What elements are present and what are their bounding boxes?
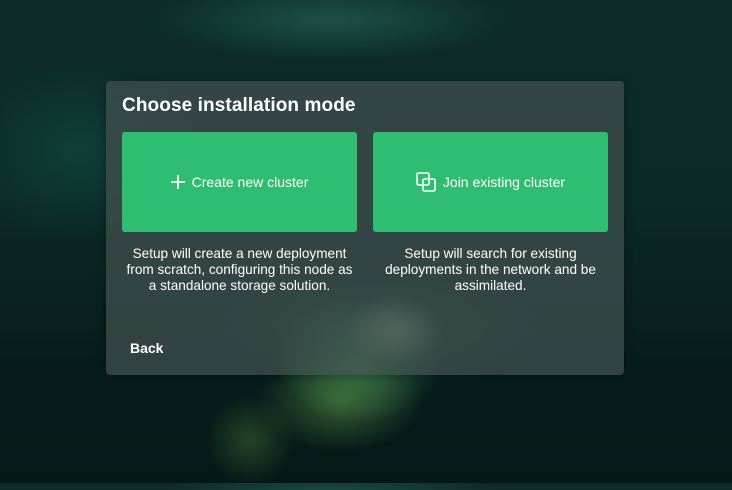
installation-mode-dialog: Choose installation mode Create new clus… [106, 81, 624, 375]
dialog-title: Choose installation mode [122, 95, 356, 116]
join-existing-cluster-label: Join existing cluster [442, 174, 566, 190]
join-squares-icon [416, 172, 436, 192]
create-new-cluster-label: Create new cluster [191, 174, 309, 190]
create-new-cluster-button[interactable]: Create new cluster [122, 132, 357, 232]
back-button[interactable]: Back [122, 336, 171, 360]
join-existing-cluster-button[interactable]: Join existing cluster [373, 132, 608, 232]
plus-icon [170, 175, 185, 189]
create-new-cluster-description: Setup will create a new deployment from … [126, 246, 353, 293]
join-existing-cluster-description: Setup will search for existing deploymen… [385, 246, 596, 293]
